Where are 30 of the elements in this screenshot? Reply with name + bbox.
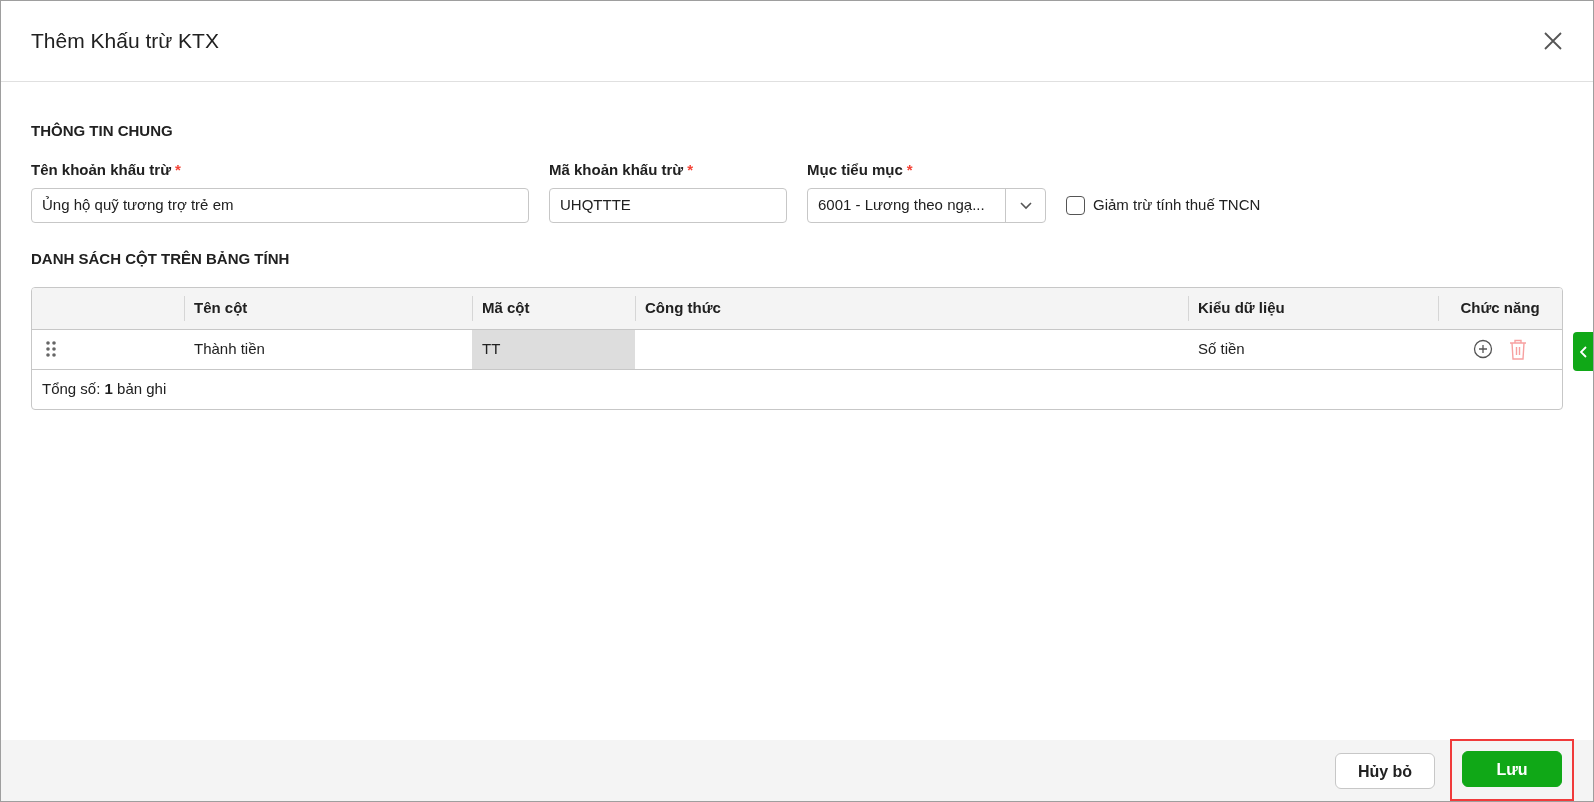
chevron-down-icon[interactable] xyxy=(1019,201,1032,210)
table-cell: TT xyxy=(472,329,635,369)
section-title: DANH SÁCH CỘT TRÊN BẢNG TÍNH xyxy=(31,249,291,269)
column-header: Mã cột xyxy=(482,297,530,318)
record-count: Tổng số: 1 bản ghi xyxy=(42,378,167,399)
field-label: Mục tiểu mục xyxy=(807,160,903,178)
add-icon[interactable] xyxy=(1473,339,1493,359)
table-cell-text: Thành tiền xyxy=(194,338,265,359)
checkbox-label: Giảm trừ tính thuế TNCN xyxy=(1093,195,1261,216)
input-field[interactable]: UHQTTTE xyxy=(549,188,787,223)
table-cell-text: Số tiền xyxy=(1198,338,1245,359)
drag-handle-icon[interactable] xyxy=(46,341,56,357)
required-mark: * xyxy=(906,160,913,178)
chevron-left-icon xyxy=(1579,345,1587,358)
side-panel-toggle[interactable] xyxy=(1573,332,1593,371)
dialog-title: Thêm Khấu trừ KTX xyxy=(31,28,219,55)
column-header: Tên cột xyxy=(194,297,248,318)
required-mark: * xyxy=(687,160,694,178)
cancel-button[interactable]: Hủy bỏ xyxy=(1335,752,1435,789)
dropdown-field[interactable]: 6001 - Lương theo ngạ... xyxy=(807,188,1046,223)
field-label: Mã khoản khấu trừ xyxy=(549,160,684,178)
checkbox[interactable] xyxy=(1066,196,1085,215)
section-title: THÔNG TIN CHUNG xyxy=(31,121,174,141)
column-header: Chức năng xyxy=(1460,297,1540,318)
column-header: Kiểu dữ liệu xyxy=(1198,297,1285,318)
input-field[interactable]: Ủng hộ quỹ tương trợ trẻ em xyxy=(31,188,529,223)
required-mark: * xyxy=(175,160,181,178)
close-icon[interactable] xyxy=(1543,31,1563,51)
field-label: Tên khoản khấu trừ xyxy=(31,160,172,178)
column-header: Công thức xyxy=(645,297,721,318)
